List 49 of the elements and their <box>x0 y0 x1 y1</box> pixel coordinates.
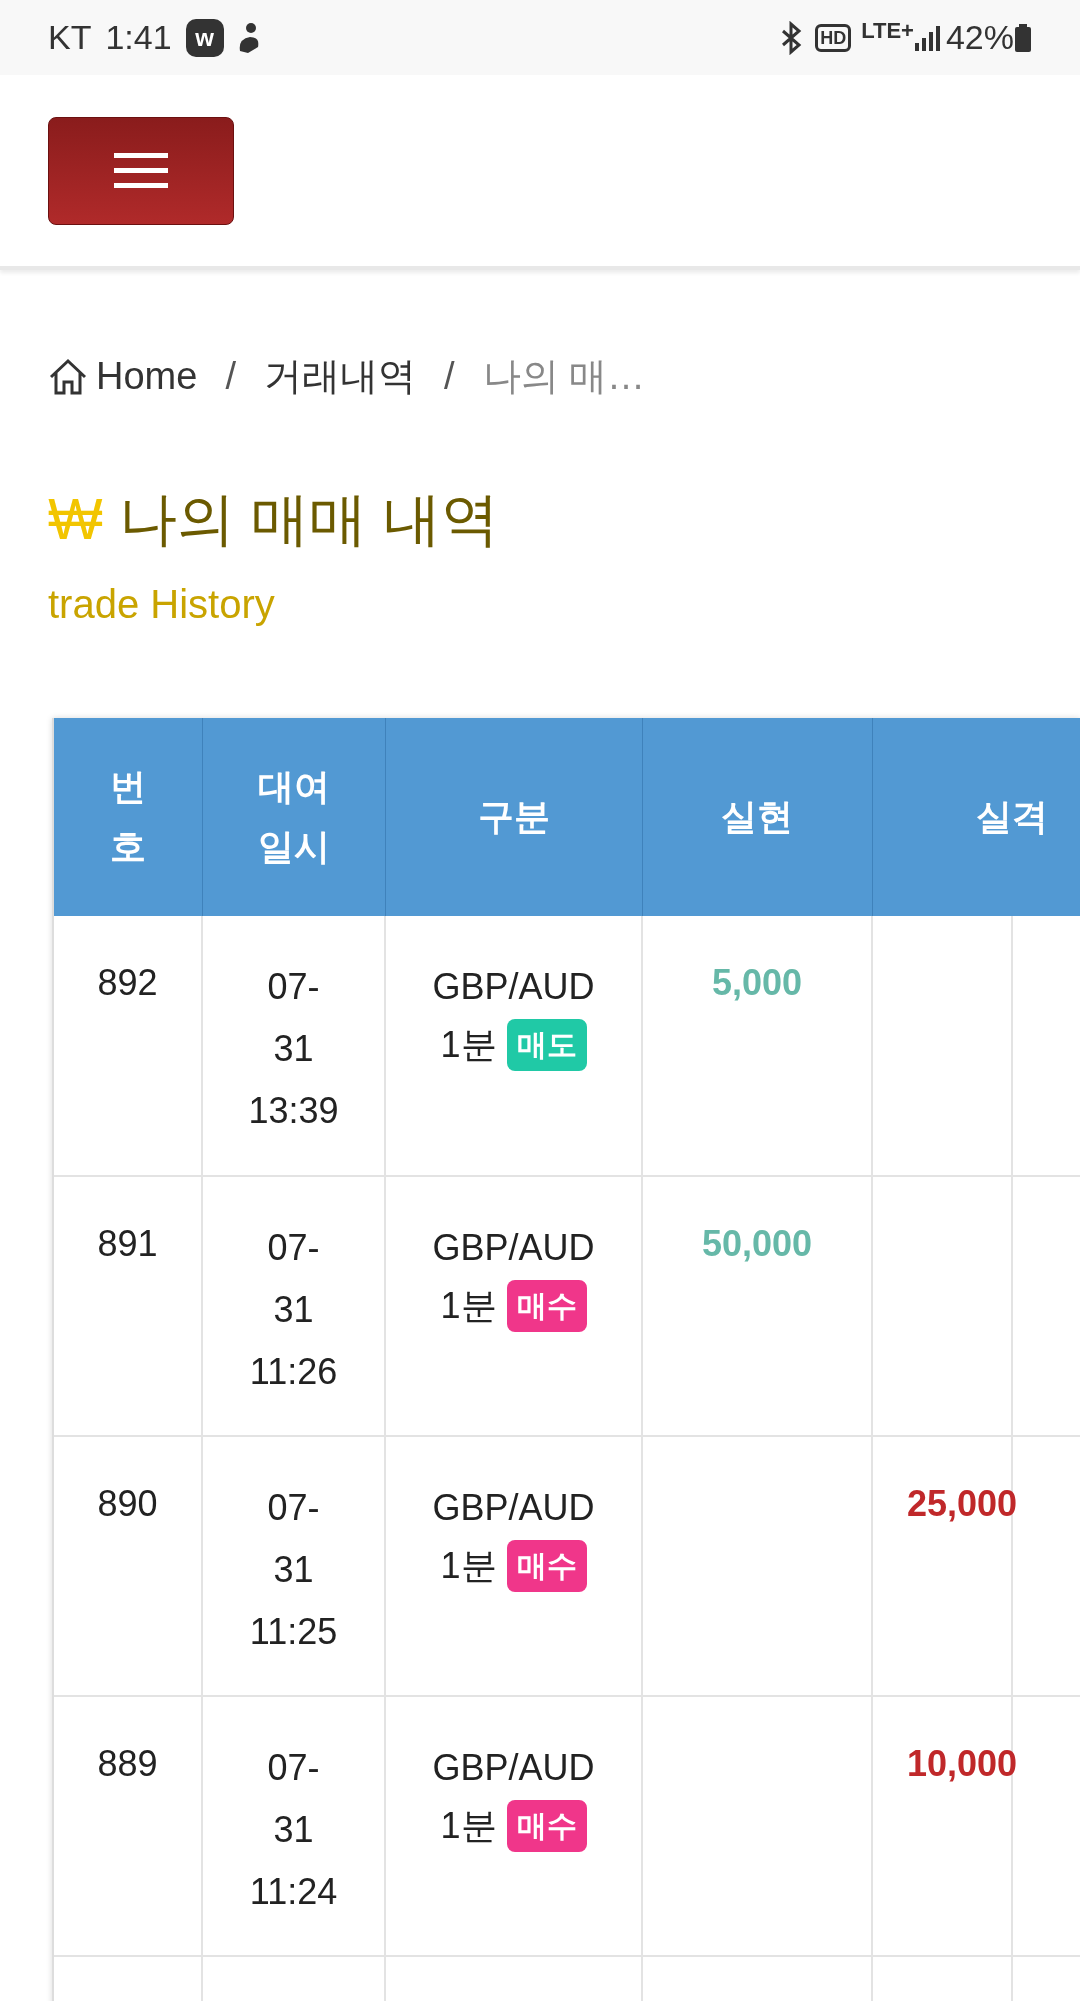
period-label: 1분 <box>440 1544 497 1588</box>
carrier-name: KT <box>48 17 92 58</box>
trade-type-tag: 매수 <box>506 1800 587 1852</box>
currency-pair: GBP/AUD <box>431 965 596 1009</box>
date-cell: 07- 31 11:24 <box>202 1696 385 1956</box>
date-cell: 07- 31 11:25 <box>202 1436 385 1696</box>
loss-amount: 25,000 <box>906 1483 1017 1524</box>
breadcrumb-home-link[interactable]: Home <box>48 348 198 405</box>
loss-amount: 10,000 <box>906 1743 1017 1784</box>
currency-pair: GBP/AUD <box>431 1746 596 1790</box>
column-header: 실격 <box>872 718 1080 916</box>
column-header: 번 호 <box>54 718 202 916</box>
menu-button[interactable] <box>48 116 234 225</box>
won-icon: ₩ <box>48 475 103 562</box>
network-type: LTE+ <box>861 17 914 45</box>
number-cell: 891 <box>54 1176 202 1436</box>
breadcrumb-separator: / <box>225 354 236 399</box>
period-label: 1분 <box>440 1804 497 1848</box>
home-icon <box>48 357 88 396</box>
period-label: 1분 <box>440 1284 497 1328</box>
signal-icon <box>913 24 940 51</box>
trade-type-tag: 매도 <box>506 1019 587 1071</box>
date-cell: 07- 31 11:26 <box>202 1176 385 1436</box>
trade-type-tag: 매수 <box>506 1280 587 1332</box>
breadcrumb-current: 나의 매… <box>482 354 646 399</box>
profit-amount: 5,000 <box>711 962 803 1003</box>
battery-percent: 42% <box>945 17 1014 58</box>
currency-pair: GBP/AUD <box>431 1486 596 1530</box>
trade-type-tag: 매수 <box>506 1540 587 1592</box>
currency-pair: GBP/AUD <box>431 1226 596 1270</box>
number-cell: 892 <box>54 916 202 1176</box>
page-title: 나의 매매 내역 <box>118 485 499 553</box>
column-header: 실현 <box>642 718 872 916</box>
app-badge: w <box>185 18 224 57</box>
page-subtitle: trade History <box>47 581 276 628</box>
period-label: 1분 <box>440 1023 497 1067</box>
menu-icon <box>114 152 168 189</box>
date-cell: 07- 31 13:39 <box>202 916 385 1176</box>
column-header: 대여 일시 <box>202 718 385 916</box>
number-cell: 889 <box>54 1696 202 1956</box>
hd-indicator: HD <box>815 23 852 52</box>
breadcrumb-link[interactable]: 거래내역 <box>263 348 416 405</box>
bluetooth-icon <box>779 20 804 55</box>
breadcrumb-separator: / <box>443 354 455 399</box>
profit-amount: 50,000 <box>701 1223 813 1264</box>
clock: 1:41 <box>105 17 172 58</box>
column-header: 구분 <box>385 718 642 916</box>
battery-icon <box>1014 23 1032 52</box>
number-cell: 890 <box>54 1436 202 1696</box>
